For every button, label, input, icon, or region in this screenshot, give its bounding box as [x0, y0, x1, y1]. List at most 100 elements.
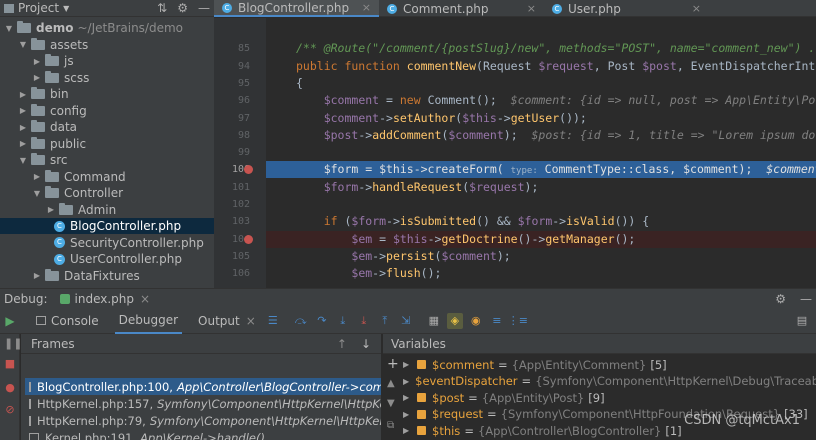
chevron-right-icon[interactable]: ▶: [403, 410, 417, 419]
code-line[interactable]: [266, 23, 816, 40]
tab-output[interactable]: Output ×: [194, 308, 260, 334]
tree-item[interactable]: ▶ js: [0, 53, 214, 69]
chevron-right-icon[interactable]: ▶: [32, 73, 42, 82]
tree-item[interactable]: C BlogController.php: [0, 218, 214, 234]
editor-gutter[interactable]: 85 94 95 96 97 98 99 100 101 102 103 104 105 106: [214, 18, 285, 288]
arrow-up-icon[interactable]: ▲: [387, 378, 395, 389]
frame-row[interactable]: BlogController.php:100, App\Controller\Bl…: [25, 378, 381, 395]
mute-breakpoints-icon[interactable]: ◉: [468, 313, 484, 329]
code-line[interactable]: $post->addComment($comment); $post: {id …: [266, 127, 816, 144]
chevron-right-icon[interactable]: ▶: [403, 393, 417, 402]
tree-item[interactable]: ▼ assets: [0, 37, 214, 53]
chevron-right-icon[interactable]: ▶: [18, 123, 28, 132]
list-icon[interactable]: ≡: [489, 313, 505, 329]
variable-row[interactable]: ▶ $post = {App\Entity\Post} [9]: [403, 389, 816, 406]
code-line[interactable]: $comment->setAuthor($this->getUser());: [266, 110, 816, 127]
breakpoint-icon[interactable]: ●: [4, 382, 16, 394]
minimize-icon[interactable]: —: [800, 292, 812, 306]
debug-config-tab[interactable]: index.php ×: [59, 292, 150, 306]
arrow-down-icon[interactable]: ↓: [361, 337, 371, 351]
step-out-icon[interactable]: ⤒: [377, 313, 393, 329]
stop-icon[interactable]: ■: [4, 358, 16, 370]
tab-console[interactable]: Console: [32, 308, 103, 334]
breakpoint-icon[interactable]: [244, 165, 253, 175]
code-line[interactable]: {: [266, 75, 816, 92]
minimize-icon[interactable]: —: [198, 1, 210, 15]
chevron-right-icon[interactable]: ▶: [403, 377, 409, 386]
chevron-right-icon[interactable]: ▶: [403, 360, 417, 369]
close-icon[interactable]: ×: [362, 1, 371, 14]
gear-icon[interactable]: ⚙: [177, 1, 188, 15]
chevron-down-icon[interactable]: ▼: [4, 24, 14, 33]
chevron-down-icon[interactable]: ▼: [18, 40, 28, 49]
settings-list-icon[interactable]: ⋮≡: [508, 313, 528, 329]
chevron-down-icon[interactable]: ▼: [32, 189, 42, 198]
project-title[interactable]: Project: [18, 1, 59, 15]
frame-row[interactable]: HttpKernel.php:79, Symfony\Component\Http…: [25, 412, 381, 429]
tree-item[interactable]: ▼ src: [0, 152, 214, 168]
code-line[interactable]: if ($form->isSubmitted() && $form->isVal…: [266, 213, 816, 230]
copy-icon[interactable]: ⧉: [387, 420, 394, 431]
resume-icon[interactable]: ▶: [0, 314, 20, 328]
chevron-right-icon[interactable]: ▶: [32, 172, 42, 181]
mute-icon[interactable]: ⊘: [4, 404, 16, 416]
code-line[interactable]: $form->handleRequest($request);: [266, 179, 816, 196]
close-icon[interactable]: ×: [692, 2, 701, 15]
tab-debugger[interactable]: Debugger: [114, 308, 183, 334]
code-line[interactable]: $comment = new Comment(); $comment: {id …: [266, 92, 816, 109]
tree-item[interactable]: ▶ Admin: [0, 202, 214, 218]
show-execution-point-icon[interactable]: ⤼: [293, 313, 309, 329]
code-line[interactable]: $form = $this->createForm( type: Comment…: [266, 161, 816, 179]
editor-tab[interactable]: C User.php ×: [544, 0, 709, 17]
pause-icon[interactable]: ❚❚: [4, 338, 22, 350]
gear-icon[interactable]: ⚙: [775, 292, 786, 306]
chevron-right-icon[interactable]: ▶: [18, 139, 28, 148]
code-editor[interactable]: /** @Route("/comment/{postSlug}/new", me…: [266, 18, 816, 288]
close-icon[interactable]: ×: [140, 292, 150, 306]
tree-item[interactable]: C SecurityController.php: [0, 235, 214, 251]
tree-item[interactable]: ▼ Controller: [0, 185, 214, 201]
chevron-right-icon[interactable]: ▶: [32, 271, 42, 280]
frame-row[interactable]: Kernel.php:191, App\Kernel->handle(): [25, 429, 381, 440]
variable-row[interactable]: ▶ $comment = {App\Entity\Comment} [5]: [403, 356, 816, 373]
chevron-down-icon[interactable]: ▼: [63, 4, 69, 13]
code-line[interactable]: public function commentNew(Request $requ…: [266, 58, 816, 75]
tree-item[interactable]: ▶ bin: [0, 86, 214, 102]
tree-item[interactable]: ▶ scss: [0, 70, 214, 86]
code-line[interactable]: $em = $this->getDoctrine()->getManager()…: [266, 230, 816, 248]
code-line[interactable]: /** @Route("/comment/{postSlug}/new", me…: [266, 40, 816, 57]
close-icon[interactable]: ×: [527, 2, 536, 15]
tree-item[interactable]: C UserController.php: [0, 251, 214, 267]
editor-tab[interactable]: C BlogController.php ×: [214, 0, 379, 17]
variable-row[interactable]: ▶ $eventDispatcher = {Symfony\Component\Htt…: [403, 373, 816, 390]
run-to-cursor-icon[interactable]: ⇲: [398, 313, 414, 329]
editor-tab[interactable]: C Comment.php ×: [379, 0, 544, 17]
arrow-up-icon[interactable]: ↑: [337, 337, 347, 351]
tree-item[interactable]: ▼ demo ~/JetBrains/demo: [0, 20, 214, 36]
force-step-into-icon[interactable]: ⤓: [356, 313, 372, 329]
frame-row[interactable]: HttpKernel.php:157, Symfony\Component\Htt…: [25, 395, 381, 412]
tree-item[interactable]: ▶ data: [0, 119, 214, 135]
code-line[interactable]: [266, 144, 816, 161]
chevron-right-icon[interactable]: ▶: [32, 57, 42, 66]
tree-item[interactable]: ▶ DataFixtures: [0, 268, 214, 284]
code-line[interactable]: $em->flush();: [266, 265, 816, 282]
chevron-right-icon[interactable]: ▶: [18, 90, 28, 99]
arrow-down-icon[interactable]: ▼: [387, 398, 395, 409]
collapse-all-icon[interactable]: ⇅: [157, 1, 167, 15]
tree-item[interactable]: ▶ Command: [0, 169, 214, 185]
tree-item[interactable]: ▶ config: [0, 103, 214, 119]
menu-icon[interactable]: ☰: [265, 313, 281, 329]
tree-item[interactable]: ▶ public: [0, 136, 214, 152]
view-breakpoints-icon[interactable]: ◈: [446, 312, 463, 329]
step-over-icon[interactable]: ↷: [314, 313, 330, 329]
close-icon[interactable]: ×: [246, 314, 256, 328]
add-watch-icon[interactable]: +: [387, 356, 399, 372]
code-line[interactable]: [266, 196, 816, 213]
chevron-right-icon[interactable]: ▶: [18, 106, 28, 115]
step-into-icon[interactable]: ⤓: [335, 313, 351, 329]
breakpoint-icon[interactable]: [244, 234, 253, 244]
code-line[interactable]: $em->persist($comment);: [266, 248, 816, 265]
chevron-right-icon[interactable]: ▶: [403, 426, 417, 435]
chevron-right-icon[interactable]: ▶: [46, 205, 56, 214]
